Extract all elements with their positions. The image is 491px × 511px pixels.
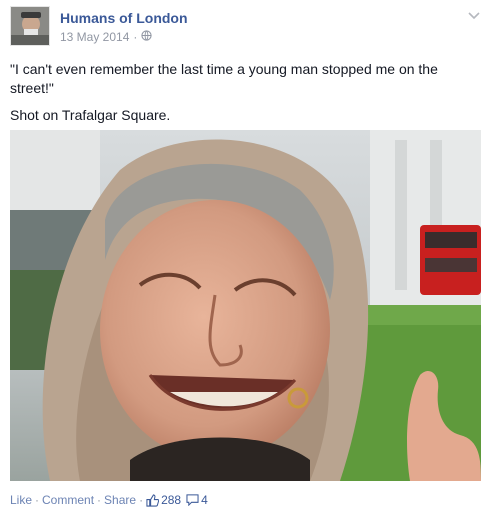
post-meta: 13 May 2014 ·: [60, 30, 153, 44]
comments-count[interactable]: 4: [201, 493, 208, 507]
meta-separator: ·: [133, 30, 138, 44]
likes-count[interactable]: 288: [161, 493, 181, 507]
comment-bubble-icon[interactable]: [186, 494, 199, 506]
action-separator: ·: [97, 493, 102, 507]
comment-link[interactable]: Comment: [42, 493, 94, 507]
thumbs-up-icon[interactable]: [146, 493, 160, 507]
chevron-down-icon[interactable]: [467, 8, 481, 20]
like-link[interactable]: Like: [10, 493, 32, 507]
post-quote: "I can't even remember the last time a y…: [10, 61, 438, 96]
action-separator: ·: [35, 493, 40, 507]
globe-icon[interactable]: [141, 30, 153, 44]
author-name[interactable]: Humans of London: [60, 10, 188, 26]
share-link[interactable]: Share: [104, 493, 136, 507]
post-photo[interactable]: [10, 130, 481, 481]
post-actions: Like · Comment · Share · 288 4: [10, 492, 208, 508]
action-separator: ·: [139, 493, 144, 507]
post-header: Humans of London 13 May 2014 ·: [10, 6, 481, 46]
post-caption: Shot on Trafalgar Square.: [10, 107, 171, 123]
post-text: "I can't even remember the last time a y…: [10, 60, 480, 133]
post-date[interactable]: 13 May 2014: [60, 30, 129, 44]
page-avatar[interactable]: [10, 6, 50, 46]
